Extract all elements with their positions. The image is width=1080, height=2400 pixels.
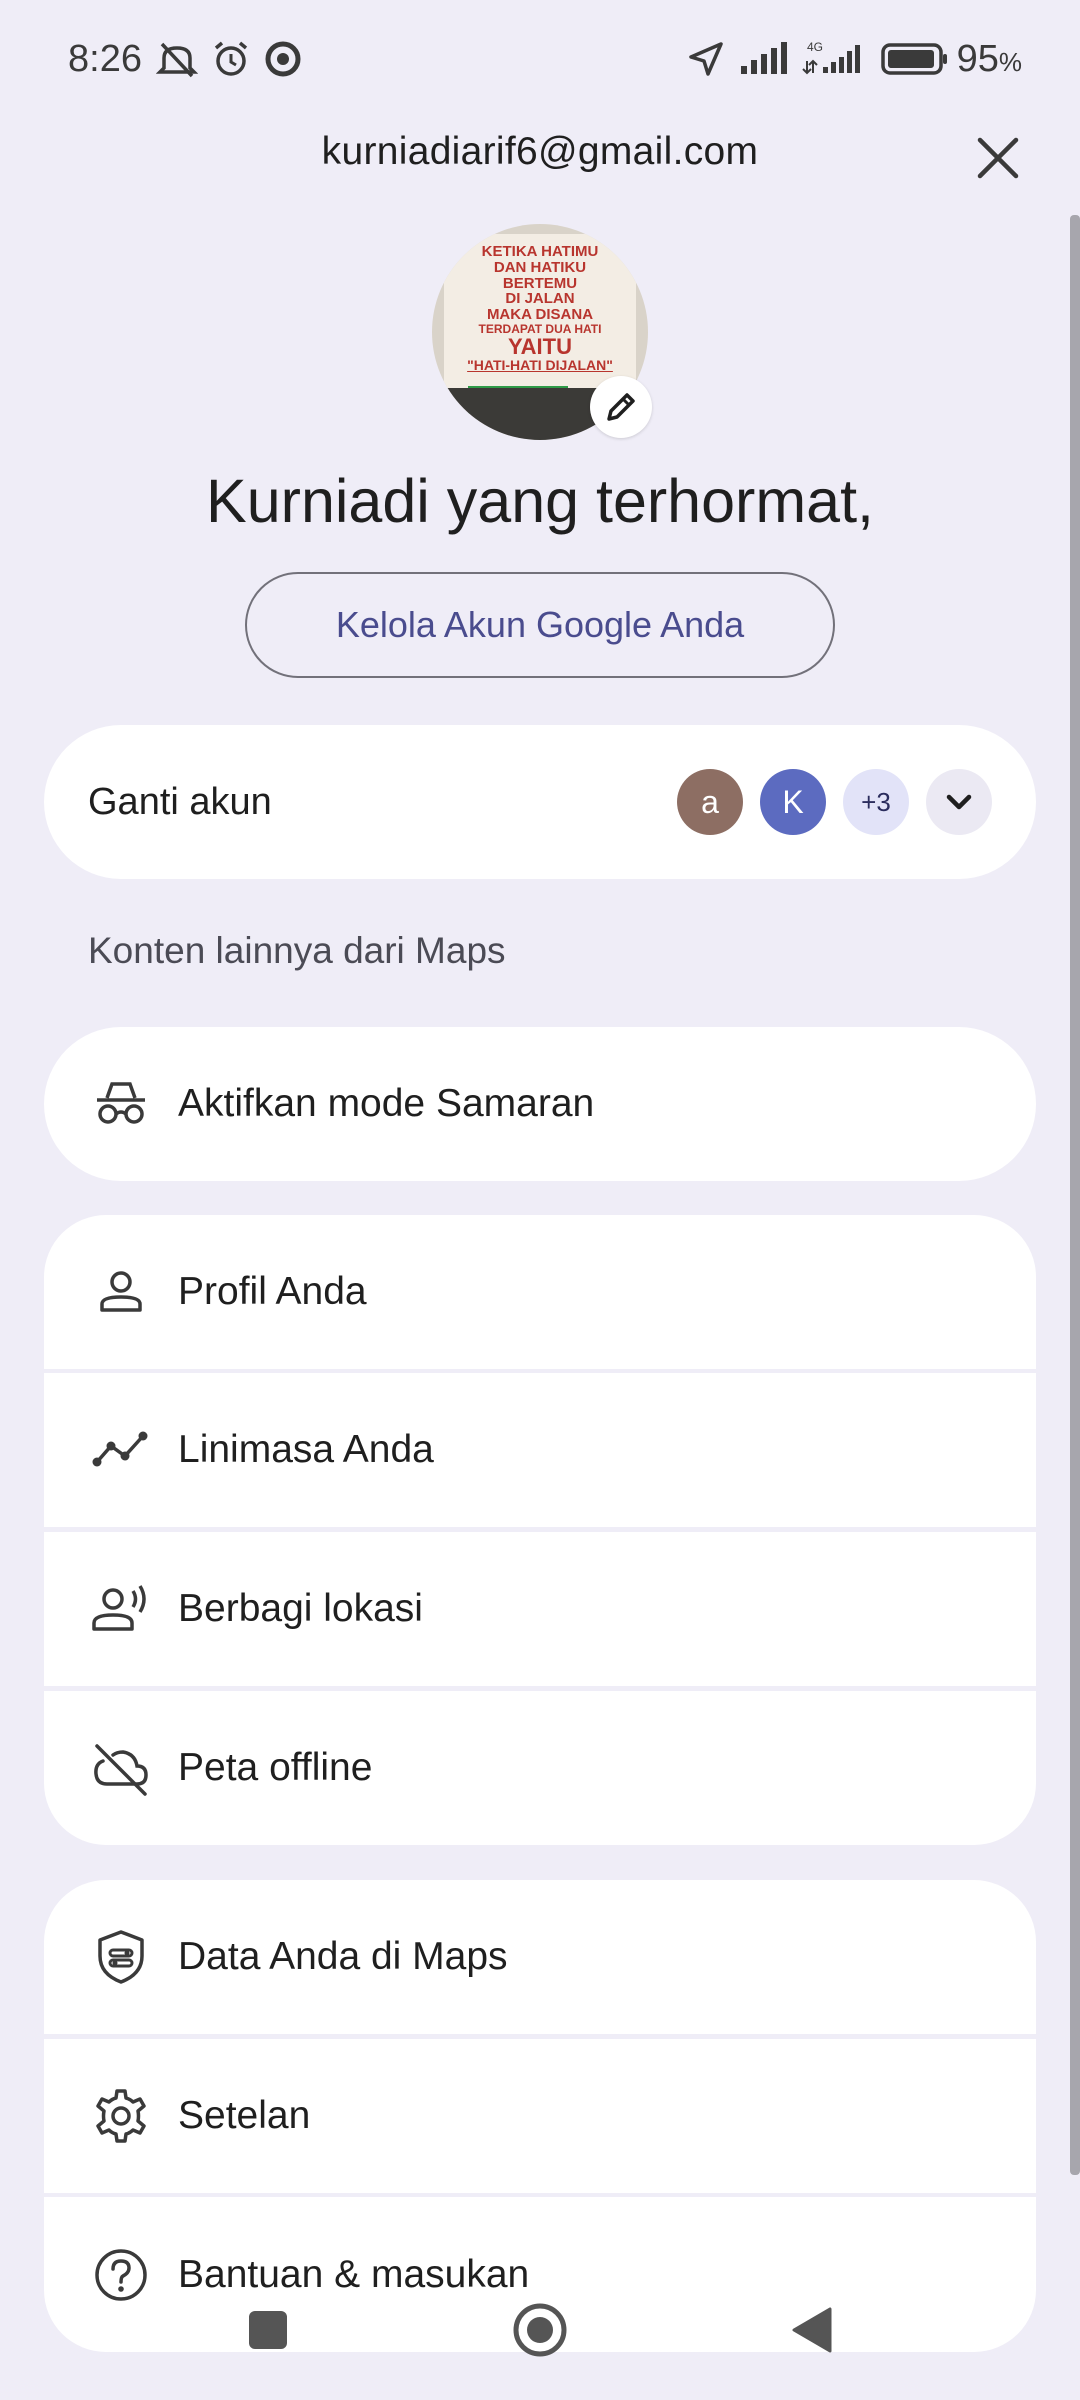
account-avatar-k[interactable]: K (760, 769, 826, 835)
mute-vibrate-icon (155, 40, 198, 78)
section-title: Konten lainnya dari Maps (88, 930, 506, 971)
switch-account-row[interactable]: Ganti akun a K +3 (44, 725, 1036, 879)
person-broadcast-icon (90, 1578, 152, 1640)
incognito-icon (90, 1073, 152, 1135)
chevron-down-icon (946, 794, 972, 810)
menu-item-settings[interactable]: Setelan (44, 2039, 1036, 2193)
scrollbar[interactable] (1070, 215, 1080, 2175)
home-button[interactable] (480, 2290, 600, 2370)
menu-label-settings: Setelan (178, 2094, 311, 2137)
clock: 8:26 (68, 37, 142, 80)
menu-label-timeline: Linimasa Anda (178, 1428, 434, 1471)
profile-avatar[interactable]: KETIKA HATIMU DAN HATIKU BERTEMU DI JALA… (432, 224, 652, 440)
menu-item-timeline[interactable]: Linimasa Anda (44, 1373, 1036, 1527)
manage-account-button[interactable]: Kelola Akun Google Anda (245, 572, 835, 678)
menu-label-incognito: Aktifkan mode Samaran (178, 1082, 595, 1125)
alarm-icon (212, 40, 250, 78)
edit-photo-button[interactable] (590, 376, 652, 438)
back-button[interactable] (752, 2290, 872, 2370)
gear-icon (90, 2085, 152, 2147)
menu-item-offline-maps[interactable]: Peta offline (44, 1691, 1036, 1845)
record-icon (264, 40, 302, 78)
person-icon (90, 1261, 152, 1323)
battery-percent: 95% (956, 37, 1022, 80)
location-arrow-icon (687, 40, 725, 78)
square-icon (249, 2311, 287, 2349)
pencil-icon (607, 393, 635, 421)
menu-item-your-data[interactable]: Data Anda di Maps (44, 1880, 1036, 2034)
account-avatar-a[interactable]: a (677, 769, 743, 835)
signal-4g-icon: 4G (801, 39, 867, 79)
switch-account-label: Ganti akun (88, 780, 272, 823)
battery-icon (880, 42, 949, 76)
greeting-title: Kurniadi yang terhormat, (206, 467, 874, 535)
more-accounts-badge[interactable]: +3 (843, 769, 909, 835)
recent-apps-button[interactable] (208, 2290, 328, 2370)
shield-icon (90, 1926, 152, 1988)
account-email: kurniadiarif6@gmail.com (321, 130, 759, 173)
close-icon (977, 137, 1019, 179)
close-button[interactable] (968, 128, 1028, 188)
timeline-icon (90, 1419, 152, 1481)
expand-accounts-button[interactable] (926, 769, 992, 835)
menu-item-profile[interactable]: Profil Anda (44, 1215, 1036, 1369)
menu-item-incognito[interactable]: Aktifkan mode Samaran (44, 1027, 1036, 1181)
back-triangle-icon (792, 2307, 832, 2353)
home-circle-icon (513, 2303, 567, 2357)
status-bar: 8:26 4G 95% (0, 0, 1080, 118)
menu-label-offline-maps: Peta offline (178, 1746, 373, 1789)
menu-label-profile: Profil Anda (178, 1270, 367, 1313)
menu-label-your-data: Data Anda di Maps (178, 1935, 508, 1978)
menu-item-location-sharing[interactable]: Berbagi lokasi (44, 1532, 1036, 1686)
signal-icon (739, 42, 787, 76)
system-navigation-bar (0, 2260, 1080, 2400)
cloud-off-icon (90, 1737, 152, 1799)
menu-label-location-sharing: Berbagi lokasi (178, 1587, 423, 1630)
svg-text:4G: 4G (807, 40, 823, 54)
